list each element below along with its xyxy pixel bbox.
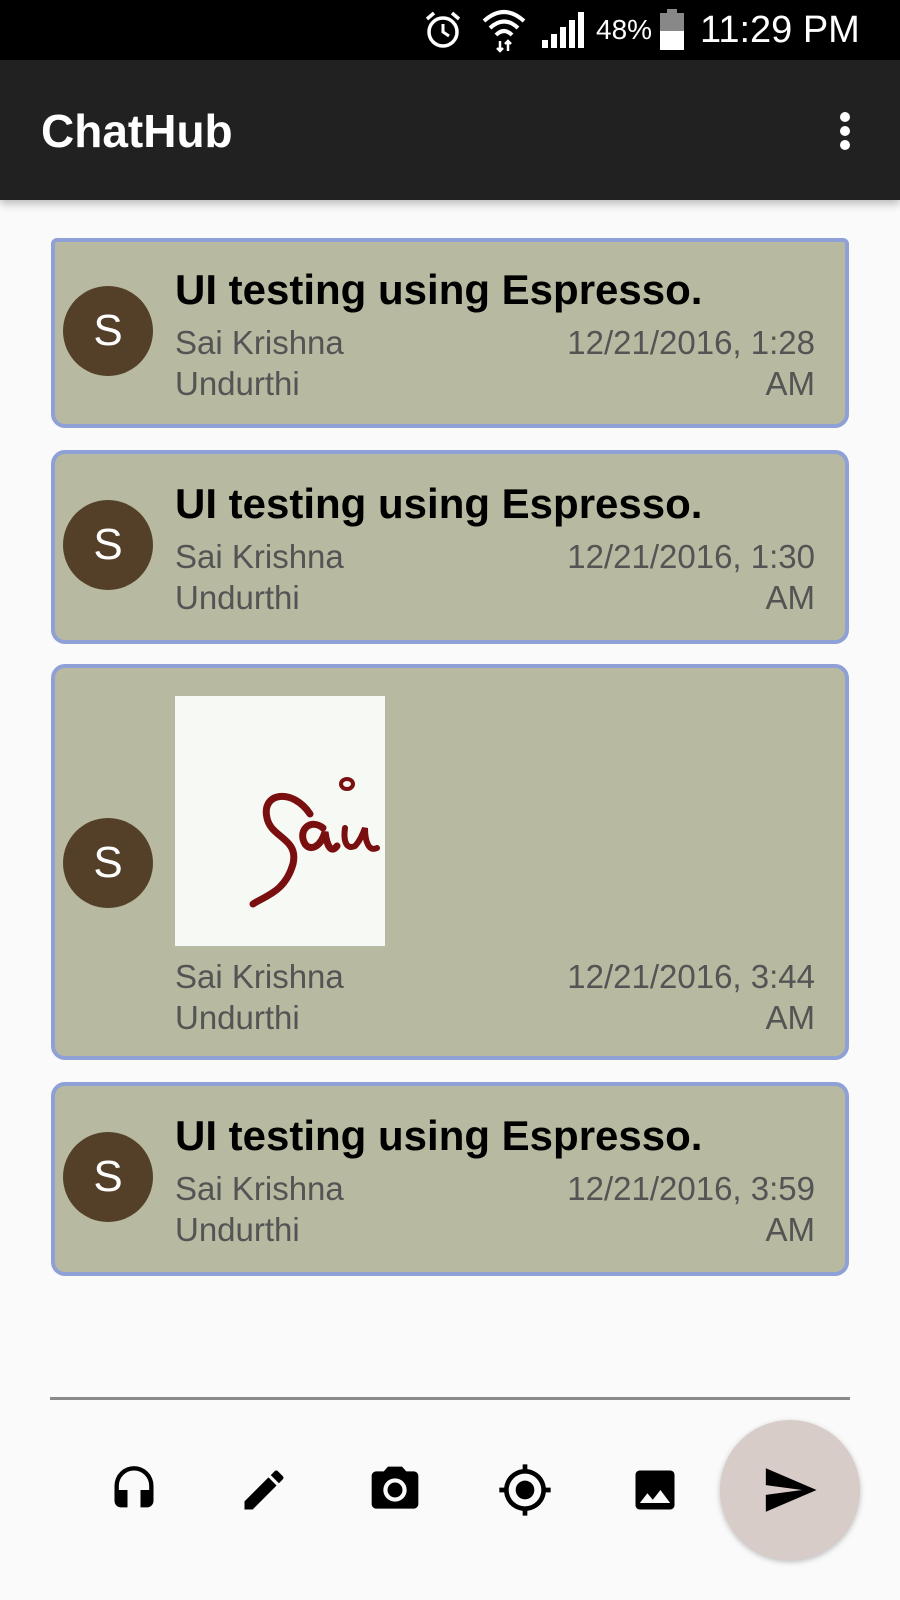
message-text: UI testing using Espresso. bbox=[175, 1112, 703, 1159]
wifi-icon bbox=[482, 0, 526, 60]
avatar: S bbox=[63, 500, 153, 590]
message-text: UI testing using Espresso. bbox=[175, 480, 703, 527]
avatar: S bbox=[63, 1132, 153, 1222]
message-author: Sai Krishna Undurthi bbox=[175, 1170, 344, 1248]
status-bar: 48% 11:29 PM bbox=[0, 0, 900, 60]
more-vert-icon[interactable] bbox=[825, 106, 865, 156]
message-timestamp: 12/21/2016, 3:44 AM bbox=[567, 958, 815, 1036]
camera-icon[interactable] bbox=[360, 1455, 430, 1525]
message-author: Sai Krishna Undurthi bbox=[175, 958, 344, 1036]
battery-percent: 48% bbox=[596, 14, 653, 45]
message-timestamp: 12/21/2016, 1:30 AM bbox=[567, 538, 815, 616]
send-button[interactable] bbox=[720, 1420, 860, 1560]
message-card[interactable]: S UI testing using Espresso. Sai Krishna… bbox=[51, 450, 849, 644]
message-list[interactable]: S UI testing using Espresso. Sai Krishna… bbox=[0, 200, 900, 1390]
message-author: Sai Krishna Undurthi bbox=[175, 324, 344, 402]
pen-icon[interactable] bbox=[229, 1455, 299, 1525]
message-card[interactable]: S UI testing using Espresso. Sai Krishna… bbox=[51, 238, 849, 428]
battery-icon bbox=[659, 0, 685, 60]
location-icon[interactable] bbox=[490, 1455, 560, 1525]
signal-icon bbox=[540, 0, 586, 60]
message-author: Sai Krishna Undurthi bbox=[175, 538, 344, 616]
avatar: S bbox=[63, 286, 153, 376]
message-card[interactable]: S UI testing using Espresso. Sai Krishna… bbox=[51, 1082, 849, 1276]
message-timestamp: 12/21/2016, 1:28 AM bbox=[567, 324, 815, 402]
message-card[interactable]: S Sai Krishna Undurthi 12/21/2016, 3:44 … bbox=[51, 664, 849, 1060]
message-input[interactable] bbox=[50, 1397, 850, 1400]
composer-toolbar bbox=[0, 1410, 900, 1600]
status-time: 11:29 PM bbox=[700, 8, 860, 51]
avatar: S bbox=[63, 818, 153, 908]
app-title: ChatHub bbox=[41, 105, 233, 157]
message-timestamp: 12/21/2016, 3:59 AM bbox=[567, 1170, 815, 1248]
signature-image[interactable] bbox=[175, 696, 385, 946]
image-icon[interactable] bbox=[620, 1455, 690, 1525]
app-bar: ChatHub bbox=[0, 60, 900, 200]
alarm-icon bbox=[423, 0, 463, 60]
message-text: UI testing using Espresso. bbox=[175, 266, 703, 313]
headset-icon[interactable] bbox=[99, 1455, 169, 1525]
send-icon bbox=[765, 1468, 817, 1512]
